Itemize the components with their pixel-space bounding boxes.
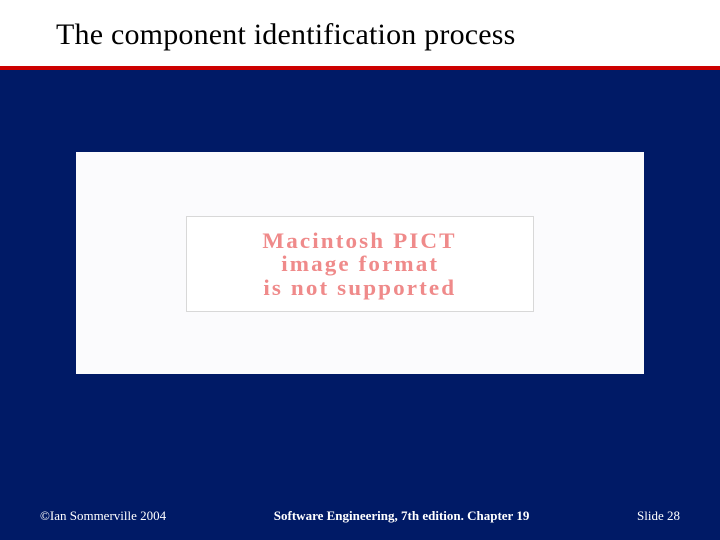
footer-center: Software Engineering, 7th edition. Chapt…: [166, 508, 637, 524]
footer: ©Ian Sommerville 2004 Software Engineeri…: [0, 508, 720, 524]
content-panel: Macintosh PICT image format is not suppo…: [76, 152, 644, 374]
pict-error-line-1: Macintosh PICT: [263, 229, 457, 252]
slide-title: The component identification process: [56, 18, 700, 52]
footer-page: Slide 28: [637, 508, 680, 524]
footer-copyright: ©Ian Sommerville 2004: [40, 508, 166, 524]
pict-error-line-3: is not supported: [264, 276, 457, 299]
pict-error-box: Macintosh PICT image format is not suppo…: [186, 216, 534, 312]
pict-error-line-2: image format: [281, 252, 439, 275]
title-bar: The component identification process: [0, 0, 720, 70]
